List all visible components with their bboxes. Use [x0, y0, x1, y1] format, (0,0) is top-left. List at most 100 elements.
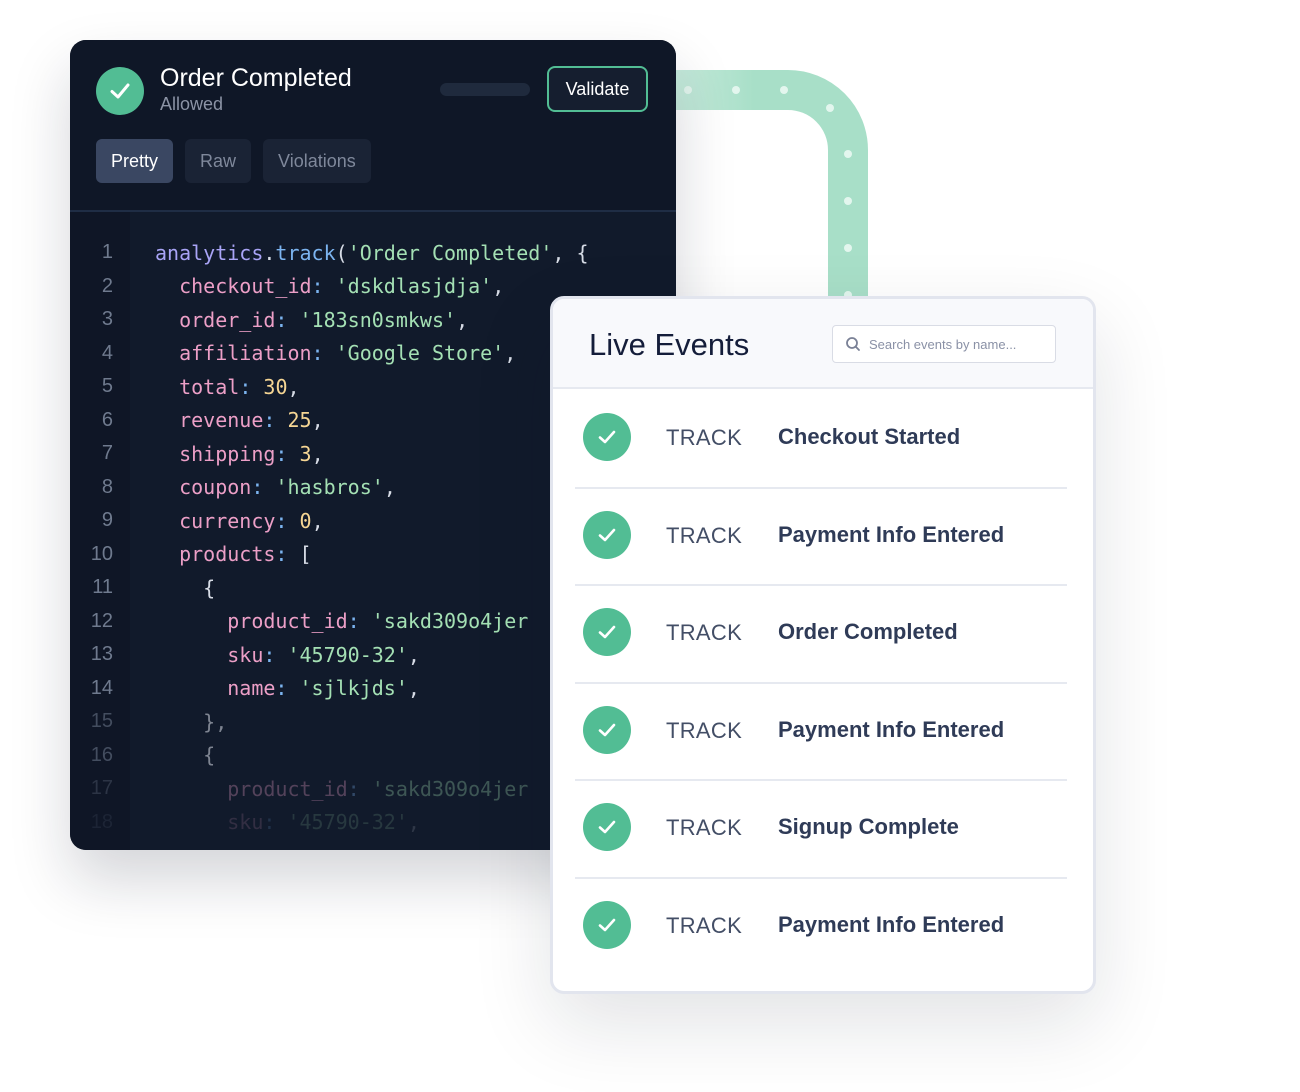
code-key: total [179, 374, 240, 399]
code-token: , [407, 676, 420, 701]
code-value: 'dskdlasjdja' [335, 274, 493, 299]
line-number: 4 [101, 341, 113, 364]
live-events-header: Live Events [553, 299, 1093, 389]
code-value: 'sjlkjds' [299, 676, 408, 701]
code-token: : [311, 341, 336, 366]
line-number: 16 [90, 743, 113, 766]
code-token: : [263, 810, 288, 835]
code-token: track [275, 240, 336, 265]
tab-violations[interactable]: Violations [263, 139, 371, 183]
code-token: , [287, 374, 300, 399]
event-name: Payment Info Entered [778, 716, 1005, 742]
code-token: : [239, 374, 264, 399]
event-name: Payment Info Entered [778, 911, 1005, 937]
code-token: : [263, 408, 288, 433]
code-key: product_id [227, 776, 348, 801]
loading-placeholder [440, 83, 530, 96]
search-input[interactable] [867, 335, 1051, 353]
code-key: name [227, 676, 276, 701]
event-row[interactable]: TRACK Signup Complete [575, 779, 1067, 879]
line-number: 6 [101, 408, 113, 431]
line-number: 5 [101, 375, 113, 398]
code-token: ( [335, 240, 348, 265]
check-icon [583, 705, 631, 754]
code-key: coupon [179, 475, 252, 500]
code-token: , [311, 508, 324, 533]
code-token: , { [552, 240, 589, 265]
code-value: 'sakd309o4jer [371, 776, 529, 801]
code-value: }, [203, 709, 228, 734]
code-value: '45790-32' [287, 810, 408, 835]
code-value: 0 [299, 508, 312, 533]
line-number: 17 [90, 777, 113, 800]
event-row[interactable]: TRACK Payment Info Entered [575, 682, 1067, 781]
search-icon [846, 337, 860, 351]
code-value: '45790-32' [287, 642, 408, 667]
code-token: : [275, 508, 300, 533]
event-row[interactable]: TRACK Order Completed [575, 584, 1067, 684]
code-key: products [179, 542, 276, 567]
allowed-check-icon [96, 67, 144, 115]
connector-pipe [660, 70, 868, 310]
line-number: 10 [90, 542, 113, 565]
event-row[interactable]: TRACK Checkout Started [575, 389, 1067, 489]
live-events-title: Live Events [589, 327, 750, 362]
code-token: : [275, 676, 300, 701]
code-key: product_id [227, 609, 348, 634]
check-icon [583, 900, 631, 949]
code-key: revenue [179, 408, 264, 433]
event-row[interactable]: TRACK Payment Info Entered [575, 487, 1067, 586]
code-token: , [407, 642, 420, 667]
line-number: 7 [101, 442, 113, 465]
code-token: . [263, 240, 276, 265]
check-icon [583, 803, 631, 851]
event-row[interactable]: TRACK Payment Info Entered [575, 877, 1067, 975]
code-token: : [251, 475, 276, 500]
code-value: 'Google Store' [335, 341, 505, 366]
code-key: checkout_id [179, 274, 312, 299]
code-token: , [311, 441, 324, 466]
line-number: 13 [90, 643, 113, 666]
event-name: Checkout Started [778, 424, 961, 449]
code-token: , [456, 307, 469, 332]
line-number: 2 [101, 274, 113, 297]
code-panel-header: Order Completed Allowed Validate Pretty … [70, 40, 676, 212]
tab-pretty[interactable]: Pretty [96, 139, 174, 183]
code-value: 3 [299, 441, 312, 466]
event-status: Allowed [160, 94, 224, 114]
code-token: : [275, 441, 300, 466]
line-number: 9 [101, 509, 113, 532]
code-token: , [407, 810, 420, 835]
line-number: 12 [90, 609, 113, 632]
code-value: 30 [263, 374, 288, 399]
line-number: 11 [92, 576, 113, 599]
view-tabs: Pretty Raw Violations [96, 139, 371, 183]
code-key: sku [227, 642, 264, 667]
code-key: sku [227, 810, 264, 835]
code-key: order_id [179, 307, 276, 332]
code-token: , [383, 475, 396, 500]
code-token: : [347, 776, 372, 801]
code-token: analytics [155, 240, 264, 265]
code-token: : [263, 642, 288, 667]
tab-raw[interactable]: Raw [185, 139, 252, 183]
code-value: 'hasbros' [275, 475, 384, 500]
code-token: , [311, 408, 324, 433]
event-search[interactable] [832, 325, 1056, 363]
code-value: [ [299, 542, 312, 567]
code-key: currency [179, 508, 276, 533]
code-token: : [275, 542, 300, 567]
code-value: 'sakd309o4jer [371, 609, 529, 634]
code-token: : [311, 274, 336, 299]
check-icon [583, 413, 631, 461]
code-key: shipping [179, 441, 276, 466]
event-name: Order Completed [778, 619, 958, 644]
code-value: '183sn0smkws' [299, 307, 457, 332]
event-type: TRACK [666, 522, 743, 548]
event-name: Payment Info Entered [778, 521, 1005, 547]
validate-button[interactable]: Validate [547, 66, 648, 112]
code-value: 25 [287, 408, 312, 433]
code-token: 'Order Completed' [347, 240, 553, 265]
code-line: 1 analytics.track('Order Completed', { [70, 236, 676, 270]
code-token: , [492, 274, 505, 299]
